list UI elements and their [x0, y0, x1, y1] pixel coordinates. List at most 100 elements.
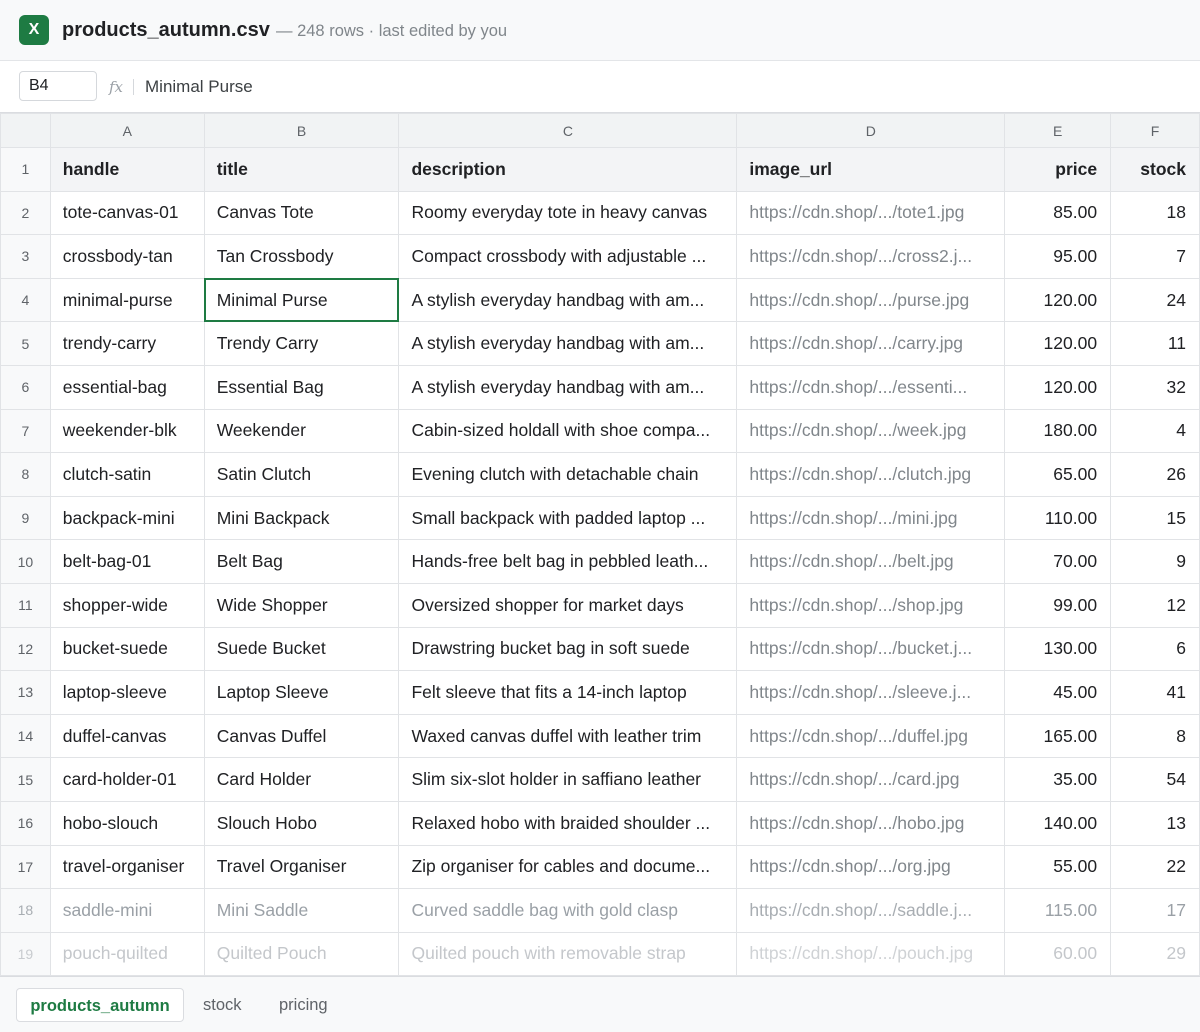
cell-description[interactable]: A stylish everyday handbag with am... [398, 277, 738, 323]
cell-description[interactable]: Slim six-slot holder in saffiano leather [398, 757, 738, 802]
row-number[interactable]: 7 [0, 408, 51, 454]
cell-price[interactable]: 85.00 [1004, 190, 1112, 236]
formula-input[interactable]: Minimal Purse [145, 77, 253, 97]
cell-price[interactable]: 120.00 [1004, 321, 1112, 366]
row-number[interactable]: 2 [0, 190, 51, 236]
cell-price[interactable]: 55.00 [1004, 844, 1112, 890]
cell-stock[interactable]: 18 [1110, 190, 1200, 236]
row-number[interactable]: 10 [0, 539, 51, 584]
cell-stock[interactable]: 22 [1110, 844, 1200, 890]
cell-price[interactable]: 35.00 [1004, 757, 1112, 802]
cell-title[interactable]: Belt Bag [203, 539, 400, 584]
cell-image-url[interactable]: https://cdn.shop/.../week.jpg [736, 408, 1006, 454]
cell-title[interactable]: Tan Crossbody [203, 234, 400, 279]
cell-handle[interactable]: shopper-wide [49, 582, 205, 628]
cell-title[interactable]: Minimal Purse [203, 277, 400, 323]
cell-handle[interactable]: saddle-mini [49, 888, 205, 933]
header-cell-image-url[interactable]: image_url [736, 147, 1006, 192]
row-number[interactable]: 11 [0, 582, 51, 628]
row-number[interactable]: 8 [0, 452, 51, 497]
tab-stock[interactable]: stock [203, 988, 242, 1022]
cell-title[interactable]: Suede Bucket [203, 626, 400, 672]
cell-image-url[interactable]: https://cdn.shop/.../org.jpg [736, 844, 1006, 890]
row-number[interactable]: 18 [0, 888, 51, 933]
row-number[interactable]: 3 [0, 234, 51, 279]
cell-stock[interactable]: 13 [1110, 800, 1200, 846]
cell-handle[interactable]: weekender-blk [49, 408, 205, 454]
cell-price[interactable]: 60.00 [1004, 931, 1112, 977]
cell-image-url[interactable]: https://cdn.shop/.../carry.jpg [736, 321, 1006, 366]
cell-handle[interactable]: tote-canvas-01 [49, 190, 205, 236]
cell-stock[interactable]: 6 [1110, 626, 1200, 672]
cell-description[interactable]: Quilted pouch with removable strap [398, 931, 738, 977]
header-cell-description[interactable]: description [398, 147, 738, 192]
cell-description[interactable]: Evening clutch with detachable chain [398, 452, 738, 497]
row-number[interactable]: 6 [0, 364, 51, 410]
row-number[interactable]: 9 [0, 495, 51, 541]
cell-description[interactable]: Compact crossbody with adjustable ... [398, 234, 738, 279]
cell-title[interactable]: Laptop Sleeve [203, 670, 400, 715]
row-number[interactable]: 12 [0, 626, 51, 672]
cell-image-url[interactable]: https://cdn.shop/.../hobo.jpg [736, 800, 1006, 846]
cell-stock[interactable]: 54 [1110, 757, 1200, 802]
cell-price[interactable]: 115.00 [1004, 888, 1112, 933]
cell-price[interactable]: 180.00 [1004, 408, 1112, 454]
cell-title[interactable]: Mini Saddle [203, 888, 400, 933]
cell-stock[interactable]: 11 [1110, 321, 1200, 366]
cell-title[interactable]: Weekender [203, 408, 400, 454]
cell-image-url[interactable]: https://cdn.shop/.../tote1.jpg [736, 190, 1006, 236]
cell-title[interactable]: Canvas Duffel [203, 713, 400, 759]
cell-description[interactable]: Oversized shopper for market days [398, 582, 738, 628]
cell-price[interactable]: 65.00 [1004, 452, 1112, 497]
cell-handle[interactable]: bucket-suede [49, 626, 205, 672]
cell-stock[interactable]: 26 [1110, 452, 1200, 497]
cell-price[interactable]: 120.00 [1004, 364, 1112, 410]
cell-image-url[interactable]: https://cdn.shop/.../sleeve.j... [736, 670, 1006, 715]
cell-image-url[interactable]: https://cdn.shop/.../saddle.j... [736, 888, 1006, 933]
cell-price[interactable]: 110.00 [1004, 495, 1112, 541]
column-header-c[interactable]: C [398, 113, 738, 148]
cell-handle[interactable]: clutch-satin [49, 452, 205, 497]
cell-description[interactable]: Drawstring bucket bag in soft suede [398, 626, 738, 672]
cell-description[interactable]: A stylish everyday handbag with am... [398, 364, 738, 410]
cell-stock[interactable]: 4 [1110, 408, 1200, 454]
cell-handle[interactable]: laptop-sleeve [49, 670, 205, 715]
cell-price[interactable]: 70.00 [1004, 539, 1112, 584]
cell-price[interactable]: 99.00 [1004, 582, 1112, 628]
header-cell-handle[interactable]: handle [49, 147, 205, 192]
cell-price[interactable]: 140.00 [1004, 800, 1112, 846]
select-all-corner[interactable] [0, 113, 51, 148]
cell-title[interactable]: Trendy Carry [203, 321, 400, 366]
row-number[interactable]: 5 [0, 321, 51, 366]
cell-title[interactable]: Quilted Pouch [203, 931, 400, 977]
cell-description[interactable]: Relaxed hobo with braided shoulder ... [398, 800, 738, 846]
cell-stock[interactable]: 32 [1110, 364, 1200, 410]
cell-description[interactable]: Cabin-sized holdall with shoe compa... [398, 408, 738, 454]
row-number[interactable]: 1 [0, 147, 51, 192]
cell-handle[interactable]: essential-bag [49, 364, 205, 410]
cell-description[interactable]: Felt sleeve that fits a 14-inch laptop [398, 670, 738, 715]
row-number[interactable]: 4 [0, 277, 51, 323]
tab-products-autumn[interactable]: products_autumn [16, 988, 184, 1022]
cell-description[interactable]: Roomy everyday tote in heavy canvas [398, 190, 738, 236]
cell-title[interactable]: Mini Backpack [203, 495, 400, 541]
header-cell-title[interactable]: title [203, 147, 400, 192]
row-number[interactable]: 13 [0, 670, 51, 715]
cell-stock[interactable]: 9 [1110, 539, 1200, 584]
cell-handle[interactable]: backpack-mini [49, 495, 205, 541]
cell-image-url[interactable]: https://cdn.shop/.../duffel.jpg [736, 713, 1006, 759]
cell-description[interactable]: Waxed canvas duffel with leather trim [398, 713, 738, 759]
column-header-d[interactable]: D [736, 113, 1006, 148]
row-number[interactable]: 14 [0, 713, 51, 759]
row-number[interactable]: 17 [0, 844, 51, 890]
cell-handle[interactable]: minimal-purse [49, 277, 205, 323]
cell-image-url[interactable]: https://cdn.shop/.../shop.jpg [736, 582, 1006, 628]
cell-image-url[interactable]: https://cdn.shop/.../card.jpg [736, 757, 1006, 802]
cell-handle[interactable]: duffel-canvas [49, 713, 205, 759]
cell-handle[interactable]: trendy-carry [49, 321, 205, 366]
cell-stock[interactable]: 41 [1110, 670, 1200, 715]
cell-price[interactable]: 95.00 [1004, 234, 1112, 279]
cell-image-url[interactable]: https://cdn.shop/.../cross2.j... [736, 234, 1006, 279]
row-number[interactable]: 16 [0, 800, 51, 846]
cell-stock[interactable]: 24 [1110, 277, 1200, 323]
